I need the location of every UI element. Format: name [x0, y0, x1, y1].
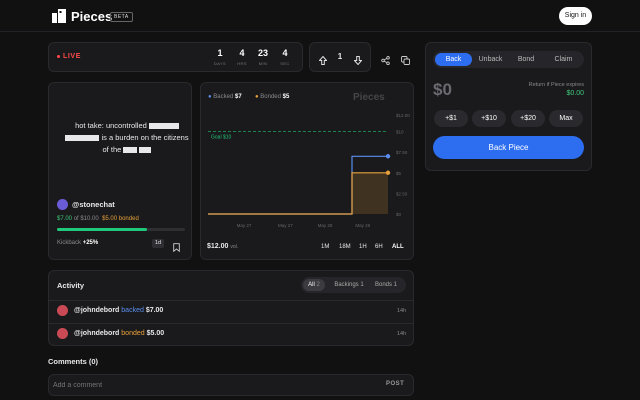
activity-tab-backings[interactable]: Backings 1: [330, 282, 368, 288]
user-avatar[interactable]: [57, 305, 68, 316]
funding-progress-fill: [57, 228, 147, 231]
activity-entry: @johndebord bonded $5.00: [74, 330, 165, 337]
range-6h[interactable]: 6H: [375, 244, 383, 250]
redacted-word: [65, 135, 100, 142]
y-axis-ticks: $12.00 $10 $7.50 $5 $2.50 $0: [396, 113, 410, 217]
funding-progress-track: [57, 228, 185, 231]
y-tick-label: $2.50: [396, 191, 408, 196]
amount-input-value[interactable]: $0: [433, 80, 452, 100]
redacted-word: [139, 147, 152, 154]
max-amount-button[interactable]: Max: [549, 110, 583, 127]
author-handle[interactable]: @stonechat: [72, 200, 115, 209]
timer-seconds-label: SEC: [280, 61, 290, 66]
line-chart: Goal $10 $12.00$10$7.50$5$2.50$0 May 27 M…: [208, 113, 410, 228]
x-tick-label: May 28: [355, 223, 370, 228]
y-tick-label: $10: [396, 130, 404, 135]
beta-badge: BETA: [110, 12, 133, 22]
bookmark-icon[interactable]: [173, 239, 180, 257]
activity-entry: @johndebord backed $7.00: [74, 307, 164, 314]
return-value: $0.00: [566, 90, 584, 97]
range-18m[interactable]: 18M: [339, 244, 351, 250]
range-all[interactable]: ALL: [392, 244, 404, 250]
range-1m[interactable]: 1M: [321, 244, 329, 250]
comments-title: Comments (0): [48, 357, 99, 366]
duration-badge: 1d: [152, 239, 164, 248]
goal-label: Goal $10: [211, 135, 232, 141]
x-tick-label: May 27: [278, 223, 293, 228]
add-10-button[interactable]: +$10: [472, 110, 506, 127]
y-tick-label: $5: [396, 171, 402, 176]
activity-title: Activity: [57, 281, 85, 290]
activity-tab-bonds[interactable]: Bonds 1: [370, 282, 402, 288]
activity-tab-all-label[interactable]: All 2: [303, 282, 325, 288]
timer-days-value: 1: [217, 48, 223, 58]
timer-minutes-value: 23: [257, 48, 268, 58]
y-tick-label: $0: [396, 212, 402, 217]
chart-current-value: $12.00 vol.: [207, 243, 239, 250]
funding-summary: $7.00 of $10.00 $5.00 bonded: [57, 216, 139, 222]
add-20-button[interactable]: +$20: [511, 110, 545, 127]
bonded-area: [208, 172, 388, 214]
share-icon[interactable]: [381, 52, 390, 70]
vote-count: 1: [337, 52, 343, 61]
comment-input[interactable]: [53, 378, 353, 392]
live-dot-icon: [57, 55, 60, 58]
post-comment-button[interactable]: POST: [386, 381, 404, 387]
sign-in-button[interactable]: Sign in: [559, 7, 592, 25]
y-tick-label: $12.00: [396, 113, 410, 118]
series-end-dot-backed: [385, 154, 391, 159]
x-axis-ticks: May 27 May 27 May 28 May 28: [237, 223, 371, 228]
trade-tab-bond[interactable]: Bond: [509, 56, 543, 63]
live-indicator: LIVE: [63, 53, 81, 60]
x-tick-label: May 27: [237, 223, 252, 228]
x-tick-label: May 28: [318, 223, 333, 228]
piece-text: hot take: uncontrolled is a burden on th…: [62, 120, 192, 156]
copy-link-icon[interactable]: [401, 52, 410, 70]
piece-card[interactable]: [48, 82, 192, 260]
kickback: Kickback +25%: [57, 240, 99, 246]
timer-days-label: DAYS: [213, 61, 227, 66]
back-piece-button[interactable]: Back Piece: [433, 136, 584, 159]
pieces-logo-icon[interactable]: [52, 9, 66, 23]
y-tick-label: $7.50: [396, 150, 408, 155]
activity-time: 14h: [397, 308, 407, 314]
upvote-arrow-icon[interactable]: [318, 52, 328, 70]
downvote-arrow-icon[interactable]: [353, 52, 363, 70]
trade-tab-unback[interactable]: Unback: [472, 56, 509, 63]
redacted-word: [123, 147, 138, 154]
redacted-word: [148, 123, 179, 130]
timer-seconds-value: 4: [282, 48, 288, 58]
trade-tab-back[interactable]: Back: [435, 56, 472, 63]
activity-time: 14h: [397, 331, 407, 337]
author-avatar[interactable]: [57, 199, 68, 210]
brand-name[interactable]: Pieces: [71, 9, 112, 24]
trade-tab-claim[interactable]: Claim: [545, 56, 582, 63]
series-end-dot-bonded: [385, 170, 391, 175]
add-1-button[interactable]: +$1: [434, 110, 468, 127]
range-1h[interactable]: 1H: [359, 244, 367, 250]
return-label: Return if Piece expires: [528, 82, 584, 88]
user-avatar[interactable]: [57, 328, 68, 339]
timer-minutes-label: MIN: [258, 61, 268, 66]
timer-hours-label: HRS: [237, 61, 247, 66]
timer-hours-value: 4: [239, 48, 245, 58]
